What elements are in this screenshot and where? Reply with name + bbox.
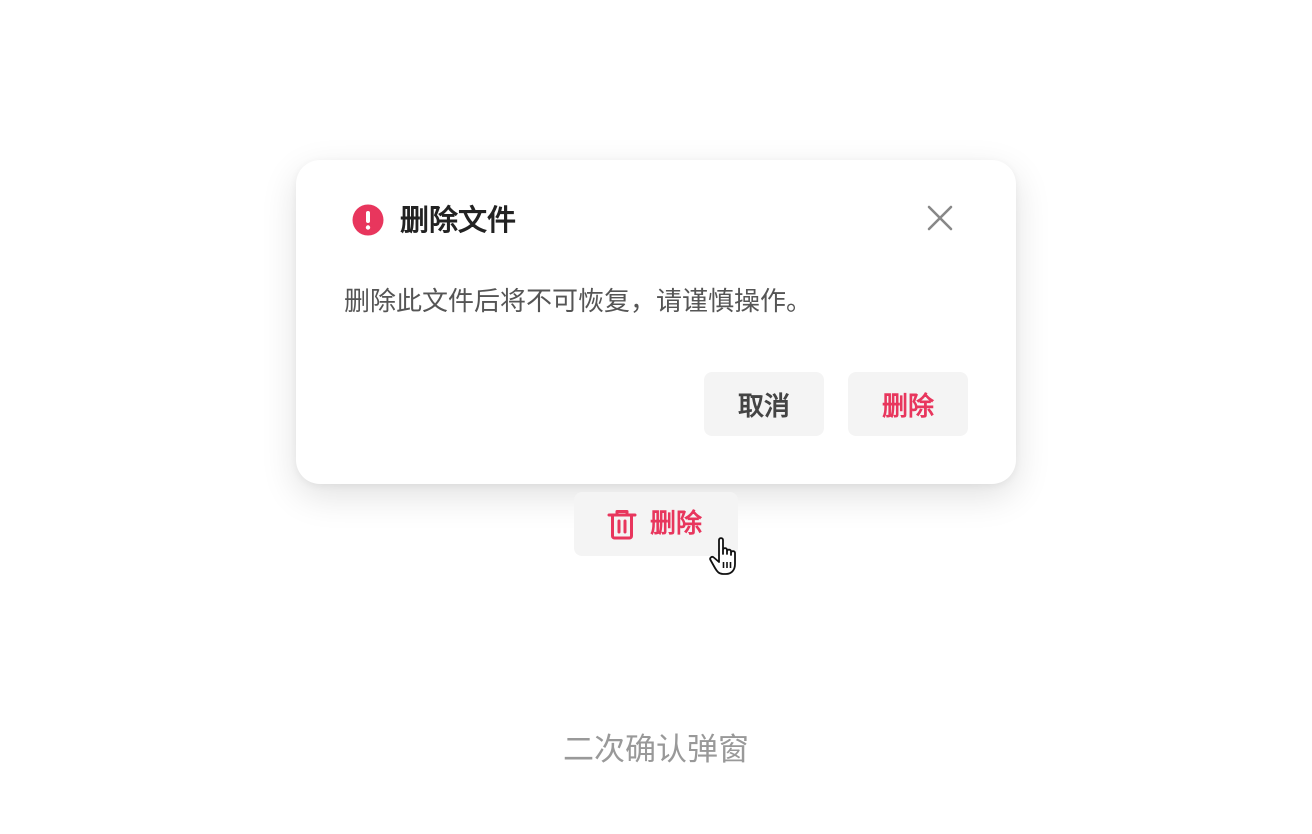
hand-pointer-icon (708, 536, 744, 578)
confirm-dialog: 删除文件 删除此文件后将不可恢复，请谨慎操作。 取消 删除 (296, 160, 1016, 484)
trash-icon (606, 508, 638, 540)
cancel-button[interactable]: 取消 (704, 372, 824, 436)
alert-circle-icon (352, 204, 384, 236)
caption: 二次确认弹窗 (563, 732, 749, 768)
dialog-title: 删除文件 (400, 203, 517, 237)
dialog-message: 删除此文件后将不可恢复，请谨慎操作。 (344, 287, 813, 317)
confirm-delete-button[interactable]: 删除 (848, 372, 968, 436)
delete-trigger-label: 删除 (650, 509, 703, 539)
close-icon (926, 204, 954, 236)
canvas: 删除文件 删除此文件后将不可恢复，请谨慎操作。 取消 删除 删除 二次确认弹窗 (0, 0, 1312, 834)
close-button[interactable] (920, 200, 960, 240)
